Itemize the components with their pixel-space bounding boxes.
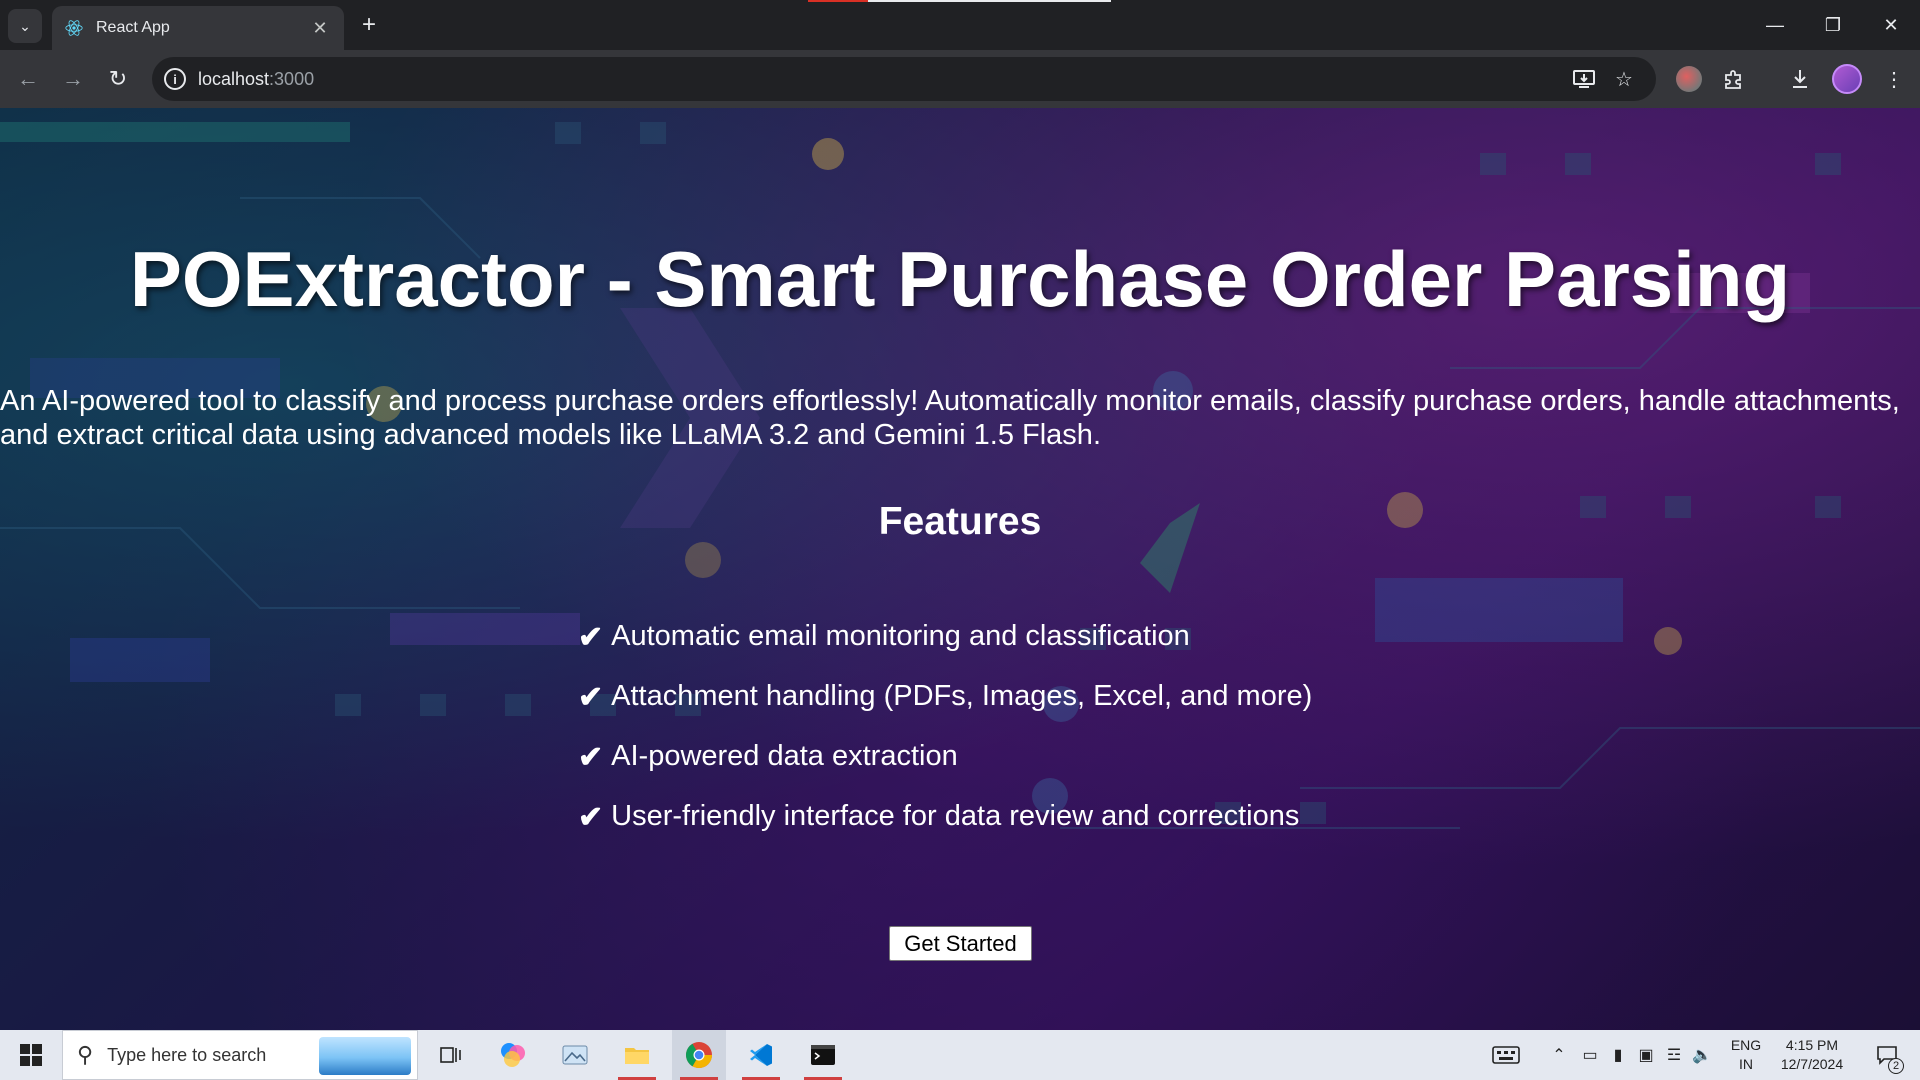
copilot-icon[interactable]: [486, 1030, 540, 1080]
url-host: localhost: [198, 69, 270, 89]
checkmark-icon: ✔: [578, 681, 604, 714]
start-button[interactable]: [0, 1030, 62, 1080]
browser-tab-active[interactable]: React App ✕: [52, 6, 344, 50]
search-placeholder: Type here to search: [107, 1044, 267, 1065]
browser-toolbar: ← → ↻ i localhost:3000 ☆ ⋮: [0, 50, 1920, 108]
search-highlight-image: [319, 1037, 411, 1075]
page-viewport: POExtractor - Smart Purchase Order Parsi…: [0, 108, 1920, 1030]
network-status-icon[interactable]: ▣: [1634, 1030, 1658, 1080]
feature-text: AI-powered data extraction: [611, 740, 958, 772]
clock-time: 4:15 PM: [1785, 1037, 1839, 1053]
clock[interactable]: 4:15 PM 12/7/2024: [1772, 1036, 1852, 1074]
show-hidden-icons-icon[interactable]: ⌃: [1546, 1030, 1572, 1080]
file-explorer-icon[interactable]: [610, 1030, 664, 1080]
arrow-right-icon: →: [62, 66, 84, 91]
search-icon: ⚲: [77, 1042, 94, 1067]
address-bar[interactable]: i localhost:3000 ☆: [152, 57, 1656, 101]
clock-date: 12/7/2024: [1780, 1056, 1844, 1072]
checkmark-icon: ✔: [578, 741, 604, 774]
extensions-puzzle-icon[interactable]: [1718, 63, 1750, 95]
browser-titlebar: ⌄ React App ✕ + — ❐ ✕: [0, 0, 1920, 50]
reload-button[interactable]: ↻: [100, 61, 136, 97]
checkmark-icon: ✔: [578, 621, 604, 654]
arrow-left-icon: ←: [17, 66, 39, 91]
extension-icon[interactable]: [1676, 66, 1702, 92]
notification-center-button[interactable]: 2: [1866, 1030, 1908, 1080]
feature-item: ✔ Automatic email monitoring and classifi…: [578, 620, 1312, 680]
taskbar-search-box[interactable]: ⚲ Type here to search: [62, 1030, 418, 1080]
chevron-down-icon: ⌄: [19, 17, 31, 34]
terminal-app-icon[interactable]: [796, 1030, 850, 1080]
url-port: :3000: [269, 69, 315, 89]
downloads-icon[interactable]: [1784, 63, 1816, 95]
feature-text: Automatic email monitoring and classific…: [611, 620, 1190, 652]
region-code: IN: [1739, 1056, 1753, 1072]
page-title: POExtractor - Smart Purchase Order Parsi…: [129, 235, 1791, 323]
react-logo-icon: [64, 18, 84, 38]
get-started-button[interactable]: Get Started: [889, 926, 1032, 961]
loading-indicator-track: [868, 0, 1111, 2]
usb-device-icon[interactable]: ▭: [1578, 1030, 1602, 1080]
volume-icon[interactable]: 🔈: [1690, 1030, 1714, 1080]
close-tab-icon[interactable]: ✕: [308, 18, 332, 39]
language-indicator[interactable]: ENG IN: [1726, 1036, 1766, 1074]
browser-menu-icon[interactable]: ⋮: [1878, 63, 1910, 95]
new-tab-button[interactable]: +: [354, 10, 384, 40]
profile-avatar[interactable]: [1832, 64, 1862, 94]
back-button[interactable]: ←: [10, 61, 46, 97]
feature-text: User-friendly interface for data review …: [611, 800, 1300, 832]
tab-title: React App: [96, 19, 170, 36]
restore-button[interactable]: ❐: [1804, 0, 1862, 50]
site-info-icon[interactable]: i: [164, 68, 186, 90]
windows-logo-icon: [20, 1044, 42, 1066]
battery-icon[interactable]: ▮: [1606, 1030, 1630, 1080]
feature-text: Attachment handling (PDFs, Images, Excel…: [611, 680, 1313, 712]
windows-taskbar: ⚲ Type here to search ⌃ ▭ ▮ ▣ ☲ 🔈 ENG IN…: [0, 1030, 1920, 1080]
minimize-button[interactable]: —: [1746, 0, 1804, 50]
checkmark-icon: ✔: [578, 801, 604, 834]
tab-search-button[interactable]: ⌄: [8, 9, 42, 43]
reload-icon: ↻: [108, 66, 128, 91]
install-app-icon[interactable]: [1570, 65, 1598, 93]
forward-button[interactable]: →: [55, 61, 91, 97]
notification-count: 2: [1888, 1058, 1904, 1074]
wifi-icon[interactable]: ☲: [1662, 1030, 1686, 1080]
bookmark-star-icon[interactable]: ☆: [1610, 65, 1638, 93]
features-heading: Features: [878, 500, 1042, 543]
feature-item: ✔ AI-powered data extraction: [578, 740, 1312, 800]
vscode-app-icon[interactable]: [734, 1030, 788, 1080]
features-list: ✔ Automatic email monitoring and classifi…: [578, 620, 1312, 860]
feature-item: ✔ Attachment handling (PDFs, Images, Exce…: [578, 680, 1312, 740]
chrome-app-icon[interactable]: [672, 1030, 726, 1080]
language-code: ENG: [1730, 1037, 1762, 1053]
feature-item: ✔ User-friendly interface for data review…: [578, 800, 1312, 860]
page-description: An AI-powered tool to classify and proce…: [0, 385, 1900, 451]
close-window-button[interactable]: ✕: [1862, 0, 1920, 50]
photos-app-icon[interactable]: [548, 1030, 602, 1080]
task-view-button[interactable]: [424, 1030, 478, 1080]
keyboard-layout-icon[interactable]: [1486, 1030, 1526, 1080]
url-text[interactable]: localhost:3000: [198, 69, 314, 90]
